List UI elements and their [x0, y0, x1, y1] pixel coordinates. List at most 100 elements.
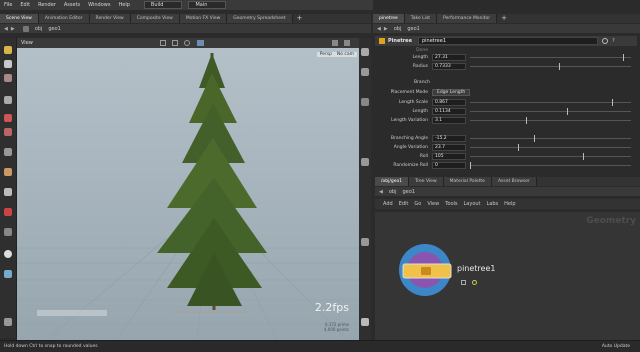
- param-field-radius[interactable]: 0.7333: [432, 63, 466, 70]
- param-field-length-scale[interactable]: 0.867: [432, 99, 466, 106]
- lock-icon[interactable]: [4, 96, 12, 104]
- breadcrumb-obj[interactable]: obj: [35, 26, 43, 32]
- net-menu-labs[interactable]: Labs: [487, 201, 499, 207]
- back-icon[interactable]: ◀: [4, 26, 8, 32]
- magnet-icon[interactable]: [4, 128, 12, 136]
- net-menu-tools[interactable]: Tools: [445, 201, 457, 207]
- render-icon[interactable]: [361, 158, 369, 166]
- background-icon[interactable]: [4, 318, 12, 326]
- tab-network-path[interactable]: /obj/geo1: [375, 177, 410, 186]
- grid-icon[interactable]: [332, 40, 338, 46]
- param-slider[interactable]: [470, 54, 631, 61]
- camera-menu[interactable]: No cam: [333, 52, 357, 57]
- net-menu-add[interactable]: Add: [383, 201, 393, 207]
- shading-icon[interactable]: [4, 270, 12, 278]
- breadcrumb-geo1-right[interactable]: geo1: [407, 26, 420, 32]
- home-icon[interactable]: [361, 48, 369, 56]
- handle-icon[interactable]: [4, 74, 12, 82]
- wire-icon[interactable]: [4, 228, 12, 236]
- display-options-icon[interactable]: [361, 98, 369, 106]
- node-name-field[interactable]: pinetree1: [417, 37, 598, 45]
- add-tab-icon[interactable]: +: [297, 14, 303, 23]
- menu-windows[interactable]: Windows: [88, 2, 110, 8]
- param-slider[interactable]: [470, 144, 631, 151]
- back-icon-net[interactable]: ◀: [379, 189, 383, 195]
- back-icon-right[interactable]: ◀: [377, 26, 381, 32]
- display-icon[interactable]: [344, 40, 350, 46]
- param-field-randomize-roll[interactable]: 0: [432, 162, 466, 169]
- param-slider[interactable]: [470, 117, 631, 124]
- tab-geometry-spreadsheet[interactable]: Geometry Spreadsheet: [227, 14, 293, 23]
- tab-render-view[interactable]: Render View: [89, 14, 131, 23]
- menu-file[interactable]: File: [4, 2, 12, 8]
- frame-icon[interactable]: [361, 68, 369, 76]
- param-slider[interactable]: [470, 162, 631, 169]
- net-menu-edit[interactable]: Edit: [399, 201, 409, 207]
- node-lock-icon[interactable]: [461, 280, 466, 285]
- param-field-angle-variation[interactable]: 23.7: [432, 144, 466, 151]
- net-menu-help[interactable]: Help: [504, 201, 515, 207]
- breadcrumb-obj-net[interactable]: obj: [389, 189, 397, 195]
- tab-scene-view[interactable]: Scene View: [0, 14, 39, 23]
- tab-take-list[interactable]: Take List: [404, 14, 438, 23]
- breadcrumb-geo1-net[interactable]: geo1: [402, 189, 415, 195]
- menu-assets[interactable]: Assets: [64, 2, 80, 8]
- net-menu-go[interactable]: Go: [414, 201, 421, 207]
- net-menu-view[interactable]: View: [427, 201, 439, 207]
- ghost-icon[interactable]: [4, 148, 12, 156]
- context-select[interactable]: Main: [188, 1, 227, 9]
- tab-pinetree[interactable]: pinetree: [373, 14, 405, 23]
- net-menu-layout[interactable]: Layout: [464, 201, 481, 207]
- network-editor[interactable]: Geometry pinetree1: [375, 212, 640, 340]
- scene-viewport[interactable]: Persp No cam 2.2fps 6,172 prims 4,000 po…: [17, 48, 359, 340]
- rotate-tool-icon[interactable]: [184, 40, 190, 46]
- param-field-length[interactable]: 27.31: [432, 54, 466, 61]
- tab-asset-browser[interactable]: Asset Browser: [491, 177, 537, 186]
- param-slider[interactable]: [470, 63, 631, 70]
- help-icon[interactable]: ?: [612, 38, 615, 44]
- menu-edit[interactable]: Edit: [20, 2, 30, 8]
- persp-menu[interactable]: Persp: [316, 52, 335, 57]
- forward-icon-right[interactable]: ▶: [384, 26, 388, 32]
- forward-icon[interactable]: ▶: [11, 26, 15, 32]
- snapshot-icon[interactable]: [361, 318, 369, 326]
- visibility-icon[interactable]: [4, 188, 12, 196]
- auto-update-button[interactable]: Auto Update: [602, 344, 630, 349]
- select-icon[interactable]: [4, 46, 12, 54]
- tab-composite-view[interactable]: Composite View: [130, 14, 180, 23]
- param-slider[interactable]: [470, 135, 631, 142]
- menu-help[interactable]: Help: [118, 2, 129, 8]
- param-field-roll[interactable]: 105: [432, 153, 466, 160]
- link-icon[interactable]: [4, 168, 12, 176]
- tab-tree-view[interactable]: Tree View: [409, 177, 444, 186]
- view-label[interactable]: View: [21, 40, 33, 46]
- gear-icon[interactable]: [601, 38, 608, 44]
- tab-animation-editor[interactable]: Animation Editor: [38, 14, 90, 23]
- tab-motion-fx-view[interactable]: Motion FX View: [179, 14, 228, 23]
- node-label[interactable]: pinetree1: [457, 264, 495, 273]
- param-field-branch-length[interactable]: 0.1134: [432, 108, 466, 115]
- breadcrumb-geo1[interactable]: geo1: [48, 26, 61, 32]
- node-bypass-icon[interactable]: [472, 280, 477, 285]
- menu-render[interactable]: Render: [38, 2, 56, 8]
- param-slider[interactable]: [470, 153, 631, 160]
- lighting-icon[interactable]: [4, 250, 12, 258]
- param-field-branching-angle[interactable]: -15.2: [432, 135, 466, 142]
- lights-icon[interactable]: [361, 238, 369, 246]
- param-field-length-variation[interactable]: 3.1: [432, 117, 466, 124]
- pose-icon[interactable]: [4, 60, 12, 68]
- breadcrumb-obj-right[interactable]: obj: [394, 26, 402, 32]
- param-slider[interactable]: [470, 108, 631, 115]
- param-slider[interactable]: [470, 99, 631, 106]
- move-tool-icon[interactable]: [172, 40, 178, 46]
- add-tab-icon-right[interactable]: +: [501, 14, 507, 23]
- select-tool-icon[interactable]: [160, 40, 166, 46]
- grid-snap-icon[interactable]: [4, 208, 12, 216]
- tab-material-palette[interactable]: Material Palette: [443, 177, 492, 186]
- desktop-select[interactable]: Build: [143, 1, 183, 9]
- snap-icon[interactable]: [4, 114, 12, 122]
- placement-mode-menu[interactable]: Edge Length: [432, 89, 471, 96]
- camera-icon[interactable]: [197, 40, 204, 46]
- tab-performance-monitor[interactable]: Performance Monitor: [437, 14, 498, 23]
- ground-grid: [17, 237, 359, 340]
